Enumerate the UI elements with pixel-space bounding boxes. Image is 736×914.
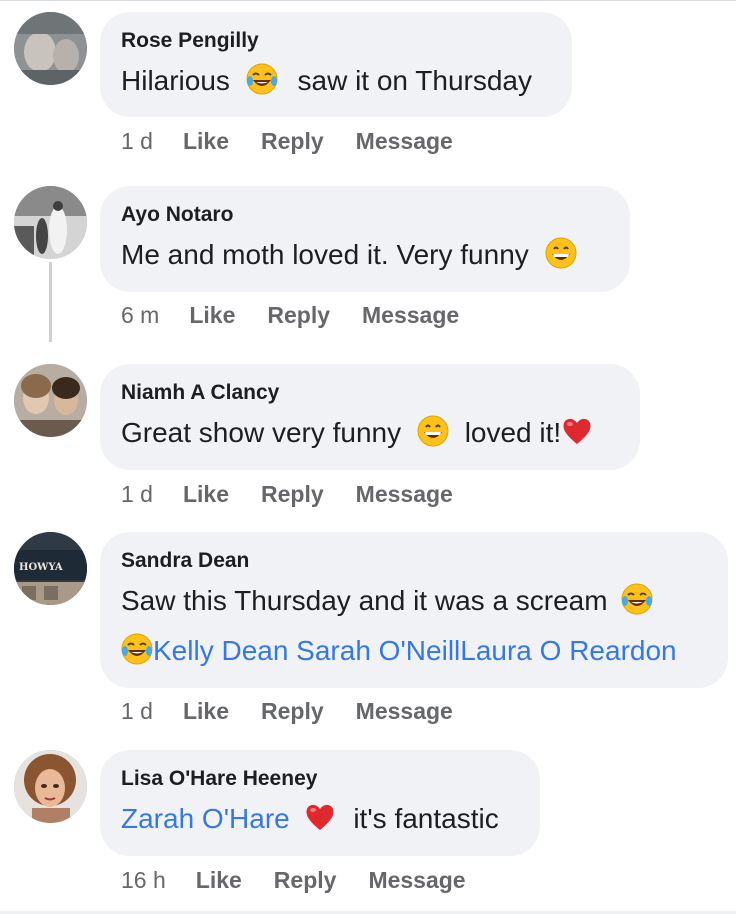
grinning-face-icon bbox=[545, 237, 577, 269]
commenter-name[interactable]: Sandra Dean bbox=[121, 549, 707, 573]
comment-text-part: Hilarious bbox=[121, 65, 230, 96]
comment-time[interactable]: 1 d bbox=[121, 698, 153, 725]
tagged-people-links[interactable]: Kelly Dean Sarah O'NeillLaura O Reardon bbox=[153, 635, 677, 666]
comment-text-part: it's fantastic bbox=[353, 803, 499, 834]
comment-text-part: loved it! bbox=[464, 417, 562, 448]
message-button[interactable]: Message bbox=[356, 481, 453, 508]
comment-bubble: Ayo Notaro Me and moth loved it. Very fu… bbox=[100, 186, 630, 292]
like-button[interactable]: Like bbox=[183, 481, 229, 508]
comment-actions: 1 d Like Reply Message bbox=[121, 698, 485, 725]
commenter-name[interactable]: Ayo Notaro bbox=[121, 203, 609, 227]
comment-text: Saw this Thursday and it was a scream bbox=[121, 583, 707, 619]
like-button[interactable]: Like bbox=[183, 698, 229, 725]
commenter-name[interactable]: Rose Pengilly bbox=[121, 29, 551, 53]
reply-button[interactable]: Reply bbox=[274, 867, 337, 894]
comment-bubble: Sandra Dean Saw this Thursday and it was… bbox=[100, 532, 728, 688]
comment-time[interactable]: 1 d bbox=[121, 481, 153, 508]
avatar[interactable] bbox=[14, 12, 87, 85]
commenter-name[interactable]: Niamh A Clancy bbox=[121, 381, 619, 405]
avatar-photo bbox=[14, 186, 87, 259]
like-button[interactable]: Like bbox=[189, 302, 235, 329]
red-heart-icon bbox=[561, 415, 593, 447]
tagged-people: Kelly Dean Sarah O'NeillLaura O Reardon bbox=[121, 633, 707, 669]
reply-button[interactable]: Reply bbox=[267, 302, 330, 329]
like-button[interactable]: Like bbox=[196, 867, 242, 894]
comment-bubble: Rose Pengilly Hilarious saw it on Thursd… bbox=[100, 12, 572, 117]
message-button[interactable]: Message bbox=[356, 698, 453, 725]
comment-text: Great show very funny loved it! bbox=[121, 415, 619, 451]
top-divider bbox=[0, 0, 736, 1]
avatar[interactable]: HOWYA bbox=[14, 532, 87, 605]
reply-button[interactable]: Reply bbox=[261, 128, 324, 155]
message-button[interactable]: Message bbox=[362, 302, 459, 329]
comment-text-part: Great show very funny bbox=[121, 417, 402, 448]
comment-text: Hilarious saw it on Thursday bbox=[121, 63, 551, 99]
avatar-photo bbox=[14, 364, 87, 437]
comment-time[interactable]: 16 h bbox=[121, 867, 166, 894]
comment-actions: 16 h Like Reply Message bbox=[121, 867, 498, 894]
grinning-face-icon bbox=[417, 415, 449, 447]
comment-time[interactable]: 1 d bbox=[121, 128, 153, 155]
reply-button[interactable]: Reply bbox=[261, 698, 324, 725]
message-button[interactable]: Message bbox=[356, 128, 453, 155]
reply-button[interactable]: Reply bbox=[261, 481, 324, 508]
comment-text-part: Me and moth loved it. Very funny bbox=[121, 239, 529, 270]
comment-actions: 6 m Like Reply Message bbox=[121, 302, 491, 329]
message-button[interactable]: Message bbox=[368, 867, 465, 894]
avatar-photo: HOWYA bbox=[14, 532, 87, 605]
avatar-photo bbox=[14, 12, 87, 85]
comment-actions: 1 d Like Reply Message bbox=[121, 481, 485, 508]
red-heart-icon bbox=[304, 801, 336, 833]
avatar[interactable] bbox=[14, 750, 87, 823]
like-button[interactable]: Like bbox=[183, 128, 229, 155]
comment-bubble: Lisa O'Hare Heeney Zarah O'Hare it's fan… bbox=[100, 750, 540, 856]
comment-time[interactable]: 6 m bbox=[121, 302, 159, 329]
avatar-pillow-text: HOWYA bbox=[19, 562, 63, 573]
comment-text: Zarah O'Hare it's fantastic bbox=[121, 801, 519, 837]
comment-actions: 1 d Like Reply Message bbox=[121, 128, 485, 155]
comment-text: Me and moth loved it. Very funny bbox=[121, 237, 609, 273]
comment-text-part: Saw this Thursday and it was a scream bbox=[121, 585, 608, 616]
comment-bubble: Niamh A Clancy Great show very funny lov… bbox=[100, 364, 640, 470]
avatar[interactable] bbox=[14, 186, 87, 259]
avatar-photo bbox=[14, 750, 87, 823]
tagged-person-link[interactable]: Zarah O'Hare bbox=[121, 803, 290, 834]
face-with-tears-of-joy-icon bbox=[121, 633, 153, 665]
reply-thread-line bbox=[49, 262, 52, 342]
face-with-tears-of-joy-icon bbox=[246, 63, 278, 95]
commenter-name[interactable]: Lisa O'Hare Heeney bbox=[121, 767, 519, 791]
face-with-tears-of-joy-icon bbox=[621, 583, 653, 615]
comment-text-part: saw it on Thursday bbox=[297, 65, 533, 96]
avatar[interactable] bbox=[14, 364, 87, 437]
